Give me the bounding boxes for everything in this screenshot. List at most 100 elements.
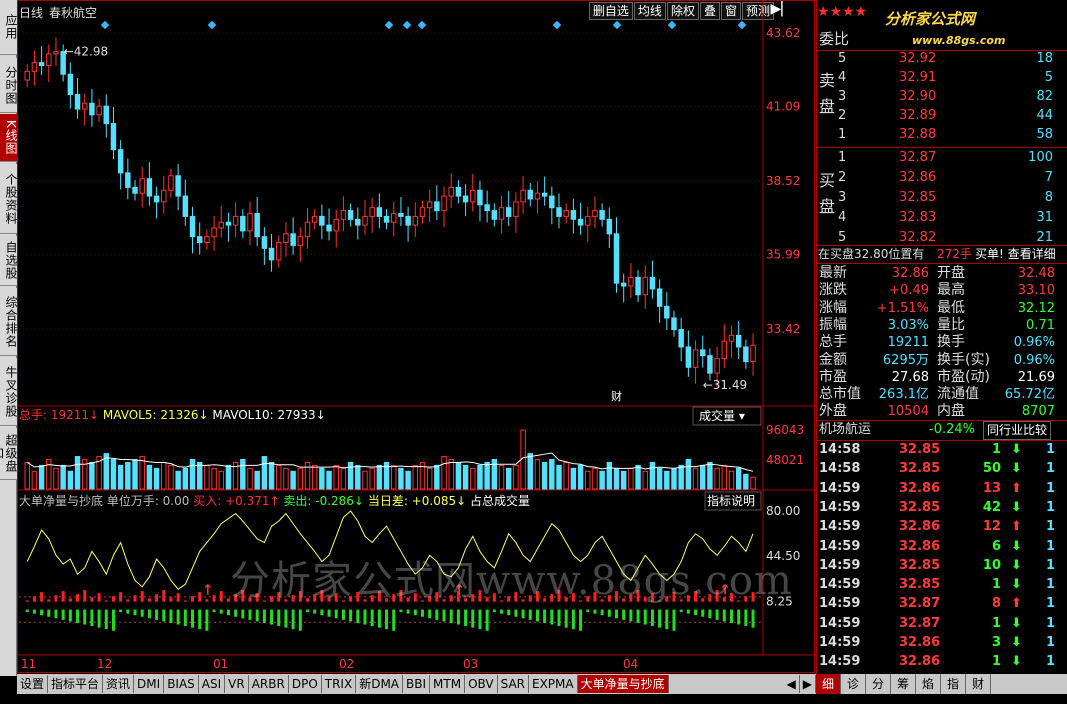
quote-row: 金额 6295万 换手(实) 0.96%: [819, 351, 1055, 368]
indicator-sell-bar: [543, 609, 547, 623]
indicator-sell-bar: [183, 609, 187, 627]
detail-tab-4[interactable]: 焰: [916, 674, 941, 694]
indicator-tab-13[interactable]: OBV: [465, 675, 498, 693]
orderbook-buy-row[interactable]: 2 32.86 7: [817, 169, 1061, 186]
volume-bar: [376, 464, 383, 490]
indicator-sell-bar: [593, 609, 597, 614]
left-tab-label: 个股资料: [4, 172, 18, 225]
indicator-tab-10[interactable]: 新DMA: [356, 675, 404, 693]
candle: [585, 215, 591, 226]
left-tab-2[interactable]: K线图: [0, 114, 18, 162]
event-marker-0: [100, 20, 110, 30]
indicator-tab-7[interactable]: ARBR: [249, 675, 289, 693]
scroll-right-icon[interactable]: ▶: [800, 675, 816, 693]
candle: [721, 340, 728, 360]
left-tab-5[interactable]: 综合排名: [0, 288, 18, 356]
indicator-tab-8[interactable]: DPO: [289, 675, 322, 693]
orderbook-sell-row[interactable]: 4 32.91 5: [817, 69, 1061, 86]
detail-tab-1[interactable]: 诊: [841, 674, 866, 694]
indicator-tab-11[interactable]: BBI: [403, 675, 431, 693]
indicator-tab-3[interactable]: DMI: [134, 675, 165, 693]
candle: [484, 204, 490, 212]
left-tab-3[interactable]: 个股资料: [0, 164, 18, 234]
scroll-left-icon[interactable]: ◀: [784, 675, 800, 693]
indicator-tab-12[interactable]: MTM: [430, 675, 466, 693]
indicator-tab-9[interactable]: TRIX: [322, 675, 357, 693]
candle: [750, 344, 756, 362]
candle: [649, 276, 656, 290]
left-tab-4[interactable]: 自选股: [0, 236, 18, 286]
candle: [556, 207, 562, 217]
detail-tab-2[interactable]: 分: [866, 674, 891, 694]
volume-bar: [261, 456, 268, 490]
low-annotation: ←31.49: [703, 378, 747, 392]
volume-bar: [743, 473, 749, 490]
indicator-sell-bar: [377, 609, 381, 628]
candle: [74, 94, 81, 110]
orderbook-info[interactable]: 在买盘32.80位置有 272手 买单! 查看详细: [817, 246, 1061, 263]
industry-compare-button[interactable]: 同行业比较: [983, 421, 1052, 440]
indicator-tab-1[interactable]: 指标平台: [48, 675, 104, 693]
volume-bar: [125, 461, 131, 490]
indicator-sell-bar: [500, 609, 504, 614]
volume-bar: [247, 467, 253, 490]
candle: [38, 62, 45, 67]
candle: [362, 215, 368, 226]
detail-tab-5[interactable]: 指: [941, 674, 966, 694]
price-axis-label-3: 35.99: [766, 247, 800, 261]
left-tab-1[interactable]: 分时图: [0, 58, 18, 113]
down-arrow-icon: ⬇: [1011, 654, 1022, 670]
indicator-buy-bar: [111, 596, 115, 602]
indicator-sell-bar: [478, 609, 482, 630]
orderbook-sell-row[interactable]: 3 32.90 82: [817, 88, 1061, 105]
quote-row: 总市值 263.1亿 流通值 65.72亿: [819, 386, 1055, 403]
indicator-buy-bar: [191, 596, 195, 602]
indicator-sell-bar: [61, 609, 65, 620]
indicator-axis-label-0: 80.00: [766, 504, 800, 518]
orderbook-buy-row[interactable]: 3 32.85 8: [817, 189, 1061, 206]
candle: [132, 186, 138, 194]
tick-row: 14:58 32.85 1 ⬇ 1: [819, 442, 1055, 457]
indicator-buy-bar: [68, 598, 72, 602]
volume-bar: [577, 464, 584, 490]
candle: [470, 189, 476, 203]
candle: [491, 210, 498, 220]
left-tab-6[interactable]: 牛叉诊股: [0, 358, 18, 426]
indicator-tab-15[interactable]: EXPMA: [529, 675, 578, 693]
indicator-tab-14[interactable]: SAR: [498, 675, 529, 693]
left-tab-0[interactable]: 应用: [0, 0, 18, 55]
left-tab-7[interactable]: 超级盘口: [0, 428, 18, 480]
indicator-tab-4[interactable]: BIAS: [164, 675, 199, 693]
orderbook-sell-row[interactable]: 5 32.92 18: [817, 50, 1061, 67]
orderbook-buy-row[interactable]: 1 32.87 100: [817, 149, 1061, 166]
detail-tab-6[interactable]: 财: [966, 674, 991, 694]
detail-tab-3[interactable]: 筹: [891, 674, 916, 694]
indicator-sell-bar: [90, 609, 94, 627]
indicator-sell-bar: [658, 609, 662, 628]
volume-bar: [735, 467, 742, 490]
indicator-buy-bar: [140, 591, 144, 602]
detail-tab-0[interactable]: 细: [816, 674, 841, 694]
indicator-tab-16[interactable]: 大单净量与抄底: [577, 675, 669, 693]
indicator-sell-bar: [54, 609, 58, 619]
indicator-tab-0[interactable]: 设置: [17, 675, 49, 693]
orderbook-buy-row[interactable]: 5 32.82 21: [817, 229, 1061, 246]
orderbook-buy-row[interactable]: 4 32.83 31: [817, 209, 1061, 226]
candle: [685, 346, 692, 368]
volume-bar: [311, 464, 318, 490]
volume-bar: [664, 470, 670, 490]
orderbook-sell-row[interactable]: 2 32.89 44: [817, 107, 1061, 124]
indicator-tab-6[interactable]: VR: [225, 675, 249, 693]
quote-row: 市盈 27.68 市盈(动) 21.69: [819, 368, 1055, 385]
finance-marker: 财: [611, 389, 622, 403]
indicator-tab-5[interactable]: ASI: [199, 675, 226, 693]
indicator-tab-2[interactable]: 资讯: [103, 675, 135, 693]
indicator-buy-bar: [90, 597, 94, 602]
volume-bar: [570, 467, 577, 490]
volume-bar: [369, 467, 375, 490]
volume-bar: [168, 464, 174, 490]
volume-bar: [534, 459, 541, 490]
candle: [139, 178, 145, 194]
indicator-sell-bar: [68, 609, 72, 622]
orderbook-sell-row[interactable]: 1 32.88 58: [817, 126, 1061, 143]
